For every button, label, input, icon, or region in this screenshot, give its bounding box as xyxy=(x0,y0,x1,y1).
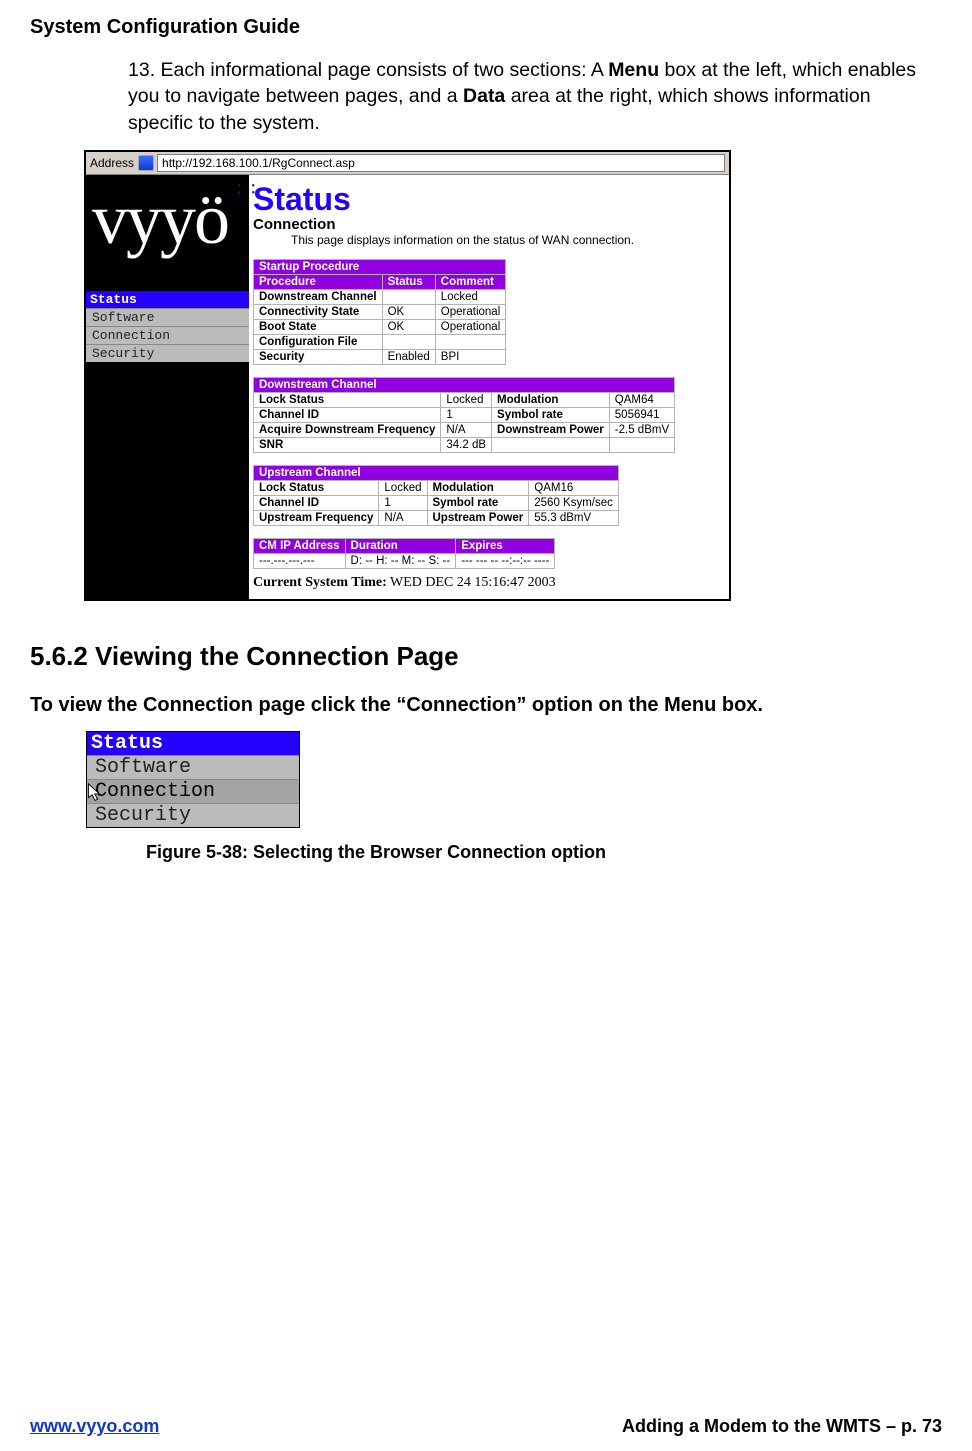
footer-link-vyyo[interactable]: www.vyyo.com xyxy=(30,1416,159,1437)
startup-col-comment: Comment xyxy=(435,274,505,289)
table-row: Connectivity State xyxy=(254,304,383,319)
table-row: Channel ID xyxy=(254,407,441,422)
startup-col-status: Status xyxy=(382,274,435,289)
logo-dots-icon: • •• • xyxy=(237,183,259,197)
menu-item-software[interactable]: Software xyxy=(86,308,249,326)
table-row: Channel ID xyxy=(254,495,379,510)
figure-1: Address http://192.168.100.1/RgConnect.a… xyxy=(84,150,942,601)
lease-expires-value: --- --- -- --:--:-- ---- xyxy=(456,553,555,568)
current-system-time: Current System Time: WED DEC 24 15:16:47… xyxy=(253,575,725,591)
status-menu: Status Software Connection Security xyxy=(86,291,249,362)
paragraph-13: 13. Each informational page consists of … xyxy=(128,57,928,136)
startup-section-header: Startup Procedure xyxy=(254,259,506,274)
downstream-channel-table: Downstream Channel Lock StatusLockedModu… xyxy=(253,377,675,453)
table-row: Configuration File xyxy=(254,334,383,349)
menu2-item-software[interactable]: Software xyxy=(87,755,299,779)
lease-col-duration: Duration xyxy=(345,538,456,553)
section-heading-5-6-2: 5.6.2 Viewing the Connection Page xyxy=(30,641,942,672)
menu-item-connection[interactable]: Connection xyxy=(86,326,249,344)
menu-header-status[interactable]: Status xyxy=(86,291,249,308)
connection-subtext: This page displays information on the st… xyxy=(291,233,725,247)
para-bold-data: Data xyxy=(463,85,505,107)
lease-col-expires: Expires xyxy=(456,538,555,553)
table-row: Boot State xyxy=(254,319,383,334)
menu2-item-connection-label: Connection xyxy=(95,780,215,803)
footer-page-info: Adding a Modem to the WMTS – p. 73 xyxy=(622,1416,942,1437)
upstream-section-header: Upstream Channel xyxy=(254,465,619,480)
table-row: Security xyxy=(254,349,383,364)
figure-2-caption: Figure 5-38: Selecting the Browser Conne… xyxy=(146,842,942,863)
address-bar: Address http://192.168.100.1/RgConnect.a… xyxy=(86,152,729,175)
menu2-item-connection[interactable]: Connection xyxy=(87,779,299,803)
para-bold-menu: Menu xyxy=(608,59,659,81)
menu2-item-security[interactable]: Security xyxy=(87,803,299,827)
page-footer: www.vyyo.com Adding a Modem to the WMTS … xyxy=(30,1416,942,1437)
table-row: Lock Status xyxy=(254,392,441,407)
lease-table: CM IP Address Duration Expires ---.---.-… xyxy=(253,538,555,569)
table-row: Upstream Frequency xyxy=(254,510,379,525)
table-row: Downstream Channel xyxy=(254,289,383,304)
startup-procedure-table: Startup Procedure Procedure Status Comme… xyxy=(253,259,506,365)
connection-instruction: To view the Connection page click the “C… xyxy=(30,694,942,717)
document-title: System Configuration Guide xyxy=(30,16,942,39)
address-label: Address xyxy=(90,156,134,170)
table-row: Acquire Downstream Frequency xyxy=(254,422,441,437)
address-url[interactable]: http://192.168.100.1/RgConnect.asp xyxy=(157,154,725,172)
status-heading: Status xyxy=(253,181,725,218)
table-row: SNR xyxy=(254,437,441,452)
lease-col-ip: CM IP Address xyxy=(254,538,346,553)
menu-item-security[interactable]: Security xyxy=(86,344,249,362)
startup-col-procedure: Procedure xyxy=(254,274,383,289)
vyyo-logo: vyyö • •• • xyxy=(86,175,249,255)
lease-ip-value: ---.---.---.--- xyxy=(254,553,346,568)
upstream-channel-table: Upstream Channel Lock StatusLockedModula… xyxy=(253,465,619,526)
lease-duration-value: D: -- H: -- M: -- S: -- xyxy=(345,553,456,568)
downstream-section-header: Downstream Channel xyxy=(254,377,675,392)
connection-heading: Connection xyxy=(253,216,725,233)
systime-label: Current System Time: xyxy=(253,575,387,590)
table-row: Lock Status xyxy=(254,480,379,495)
para-prefix: 13. Each informational page consists of … xyxy=(128,59,608,81)
vyyo-logo-text: vyyö xyxy=(92,179,228,259)
figure-2: Status Software Connection Security xyxy=(86,731,942,828)
systime-value: WED DEC 24 15:16:47 2003 xyxy=(387,575,556,590)
menu2-header-status[interactable]: Status xyxy=(87,732,299,755)
ie-page-icon xyxy=(138,155,154,171)
